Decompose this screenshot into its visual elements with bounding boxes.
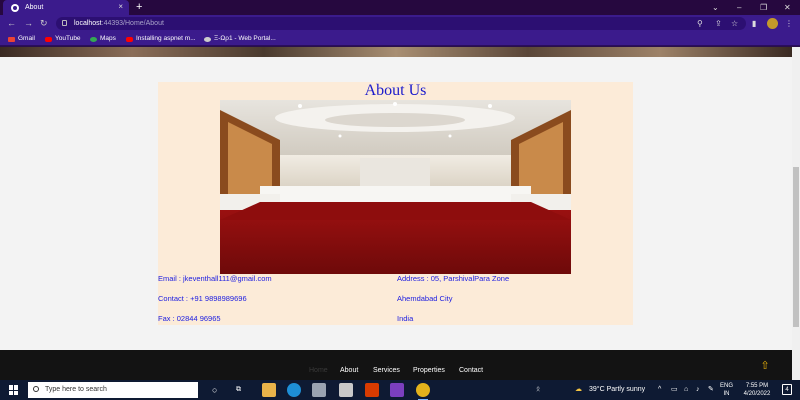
language-code: ENG [720, 383, 734, 389]
bookmark-maps[interactable]: Maps [90, 32, 116, 46]
tab-title: About [25, 4, 44, 11]
country-text: India [397, 314, 414, 323]
weather-icon: ☁ [575, 386, 582, 393]
search-placeholder: Type here to search [45, 386, 107, 393]
network-icon[interactable]: ⌂ [684, 380, 688, 400]
people-icon[interactable]: ᛟ [536, 380, 540, 400]
footer-link-contact[interactable]: Contact [459, 367, 483, 374]
maps-icon [90, 36, 97, 42]
city-text: Ahemdabad City [397, 294, 453, 303]
bookmark-label: Maps [100, 35, 116, 42]
bookmarks-bar: Gmail YouTube Maps Installing aspnet m..… [0, 32, 800, 46]
office-icon[interactable] [365, 383, 379, 397]
visual-studio-icon[interactable] [390, 383, 404, 397]
tab-about[interactable]: About × [3, 0, 129, 15]
window-close-icon[interactable]: ✕ [784, 0, 791, 15]
zoom-icon[interactable]: ⚲ [697, 15, 703, 32]
gmail-icon [8, 36, 15, 42]
footer-link-home[interactable]: Home [309, 367, 328, 374]
region-code: IN [723, 391, 730, 397]
bookmark-star-icon[interactable]: ☆ [731, 15, 738, 32]
banquet-hall-image [220, 100, 571, 274]
bookmark-web-portal[interactable]: Ξ-Ωρ1 - Web Portal... [204, 32, 276, 46]
cortana-icon[interactable]: ○ [212, 380, 217, 400]
volume-icon[interactable]: ♪ [696, 380, 700, 400]
bookmark-label: Gmail [18, 35, 35, 42]
chrome-icon[interactable] [416, 383, 430, 400]
clock-date: 4/20/2022 [743, 391, 771, 397]
file-explorer-icon[interactable] [262, 383, 276, 397]
url-path: :44393/Home/About [101, 20, 164, 27]
tab-search-icon[interactable]: ⌄ [712, 0, 719, 15]
footer-link-properties[interactable]: Properties [413, 367, 445, 374]
side-panel-icon[interactable]: ▮ [752, 15, 756, 32]
profile-avatar[interactable] [767, 18, 778, 29]
windows-taskbar: Type here to search ○ ⧉ ᛟ ☁ 39°C Partly … [0, 380, 800, 400]
bookmark-label: Ξ-Ωρ1 - Web Portal... [214, 35, 276, 42]
tray-chevron-icon[interactable]: ^ [658, 380, 661, 400]
weather-text[interactable]: 39°C Partly sunny [589, 380, 645, 400]
forward-icon[interactable]: → [24, 15, 33, 32]
notification-icon[interactable]: 4 [782, 384, 792, 395]
minimize-icon[interactable]: – [737, 0, 741, 15]
battery-icon[interactable]: ▭ [671, 380, 678, 400]
restore-icon[interactable]: ❐ [760, 0, 767, 15]
email-text: Email : jkeventhall111@gmail.com [158, 274, 272, 283]
bookmark-installing-aspnet[interactable]: Installing aspnet m... [126, 32, 196, 46]
youtube-icon [126, 36, 133, 42]
task-view-icon[interactable]: ⧉ [236, 380, 241, 400]
mail-icon[interactable] [339, 383, 353, 397]
language-indicator[interactable]: ENG IN [720, 382, 733, 398]
taskbar-search-input[interactable]: Type here to search [28, 382, 198, 398]
bookmark-label: Installing aspnet m... [136, 35, 196, 42]
about-section: About Us Email: jkeventhall111@gmail.co… [158, 82, 633, 325]
page-title: About Us [364, 82, 427, 99]
bookmark-gmail[interactable]: Gmail [8, 32, 35, 46]
new-tab-button[interactable]: + [136, 0, 142, 15]
lock-icon [62, 20, 67, 26]
tab-close-icon[interactable]: × [118, 2, 123, 11]
back-to-top-icon[interactable]: ⇧ [757, 358, 773, 374]
store-icon[interactable] [312, 383, 326, 397]
bookmark-youtube[interactable]: YouTube [45, 32, 81, 46]
windows-start-icon[interactable] [9, 385, 19, 395]
portal-icon [204, 36, 211, 42]
address-text: Address : 05, ParshivalPara Zone [397, 274, 510, 283]
share-icon[interactable]: ⇪ [715, 15, 722, 32]
header-banner-image [0, 47, 792, 57]
contact-text: Contact : +91 9898989696 [158, 294, 247, 303]
address-bar[interactable]: localhost:44393/Home/About [56, 17, 746, 30]
site-footer: Home About Services Properties Contact ⇧ [0, 350, 792, 380]
scrollbar-thumb[interactable] [793, 167, 799, 327]
browser-toolbar: ← → ↻ localhost:44393/Home/About ⚲ ⇪ ☆ ▮… [0, 15, 800, 32]
url-host: localhost [74, 20, 102, 27]
page-scrollbar[interactable] [792, 47, 800, 380]
footer-link-services[interactable]: Services [373, 367, 400, 374]
menu-icon[interactable]: ⋮ [785, 15, 793, 32]
edge-icon[interactable] [287, 383, 301, 397]
globe-icon [11, 3, 19, 12]
youtube-icon [45, 36, 52, 42]
search-icon [33, 386, 39, 392]
reload-icon[interactable]: ↻ [40, 15, 48, 32]
fax-text: Fax : 02844 96965 [158, 314, 221, 323]
page-viewport: About Us Email: jkeventhall111@gmail.co… [0, 47, 800, 380]
taskbar-clock[interactable]: 7:55 PM 4/20/2022 [737, 382, 777, 398]
clock-time: 7:55 PM [745, 383, 769, 389]
pen-icon[interactable]: ✎ [708, 380, 714, 400]
browser-tab-strip: About × + ⌄ – ❐ ✕ [0, 0, 800, 15]
footer-link-about[interactable]: About [340, 367, 358, 374]
back-icon[interactable]: ← [7, 15, 16, 32]
bookmark-label: YouTube [55, 35, 81, 42]
